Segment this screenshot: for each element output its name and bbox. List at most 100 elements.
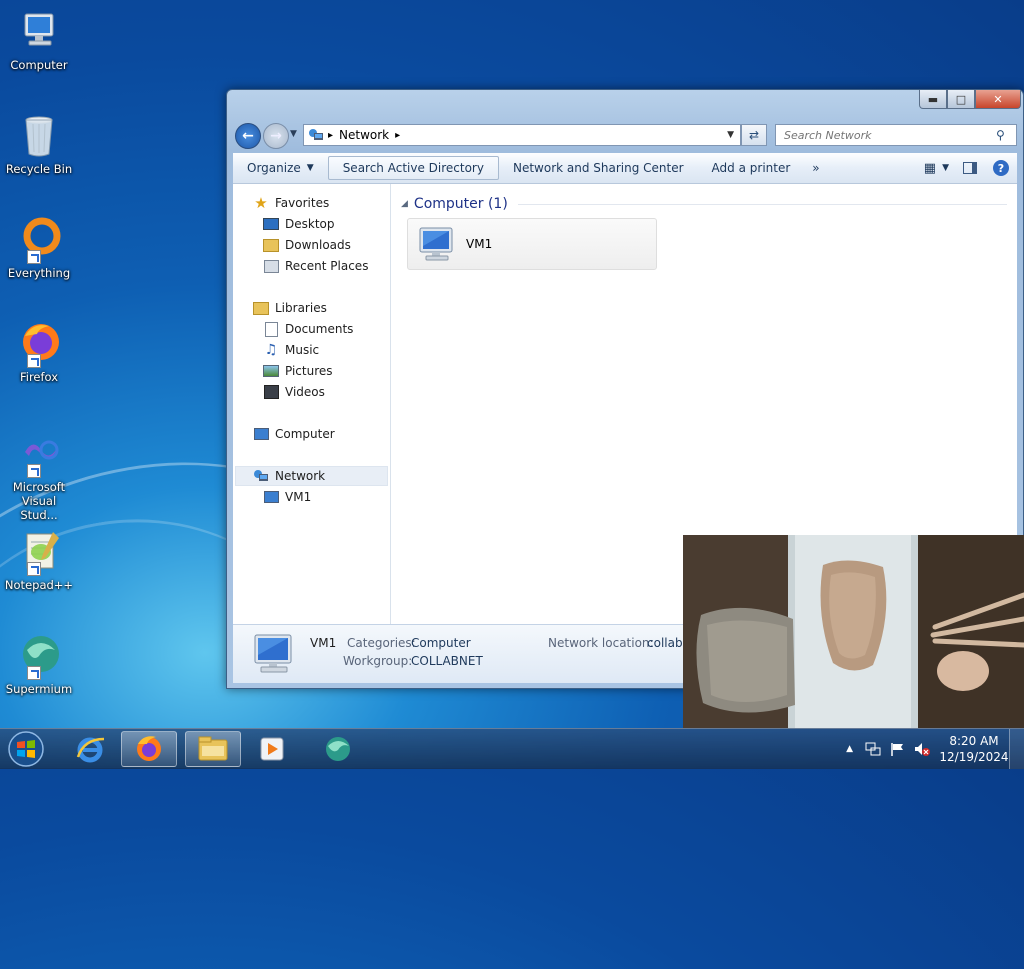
help-button[interactable]: ? xyxy=(985,154,1017,182)
nav-label: Libraries xyxy=(275,301,327,315)
refresh-button[interactable]: ⇄ xyxy=(741,124,767,146)
desktop-icon-supermium[interactable]: Supermium xyxy=(2,632,76,696)
minimize-button[interactable]: ▬ xyxy=(919,90,947,109)
media-player-icon xyxy=(260,737,284,761)
start-button[interactable] xyxy=(6,730,46,768)
view-controls: ▦ ▼ ? xyxy=(918,154,1017,182)
chevron-down-icon: ▼ xyxy=(306,163,314,173)
desktop-icon-visual-studio[interactable]: Microsoft Visual Stud... xyxy=(2,430,76,522)
nav-videos[interactable]: Videos xyxy=(263,382,325,402)
close-button[interactable]: ✕ xyxy=(975,90,1021,109)
nav-libraries[interactable]: Libraries xyxy=(253,298,327,318)
show-hidden-icons-button[interactable]: ▲ xyxy=(846,744,853,754)
nav-downloads[interactable]: Downloads xyxy=(263,235,351,255)
network-tray-icon[interactable] xyxy=(865,741,881,757)
network-item-vm1[interactable]: VM1 xyxy=(407,218,657,270)
group-header[interactable]: ◢ Computer (1) xyxy=(401,194,1007,214)
show-desktop-button[interactable] xyxy=(1009,729,1024,769)
search-icon[interactable]: ⚲ xyxy=(996,128,1005,142)
item-name: VM1 xyxy=(466,237,493,251)
desktop-icon-everything[interactable]: Everything xyxy=(2,216,76,280)
nav-computer[interactable]: Computer xyxy=(253,424,335,444)
volume-muted-icon[interactable] xyxy=(913,741,931,757)
downloads-folder-icon xyxy=(263,238,279,252)
nav-music[interactable]: ♫ Music xyxy=(263,340,319,360)
details-name: VM1 xyxy=(310,636,337,650)
collapse-icon[interactable]: ◢ xyxy=(401,199,408,209)
firefox-icon xyxy=(137,736,161,761)
window-controls: ▬ □ ✕ xyxy=(919,90,1021,109)
back-arrow-icon: ← xyxy=(242,128,254,144)
action-center-flag-icon[interactable] xyxy=(889,741,905,757)
search-active-directory-button[interactable]: Search Active Directory xyxy=(327,156,499,180)
taskbar-windows-explorer[interactable] xyxy=(185,731,241,767)
forward-button[interactable]: → xyxy=(263,123,289,149)
clock[interactable]: 8:20 AM 12/19/2024 xyxy=(939,733,1009,765)
desktop-icon-computer[interactable]: Computer xyxy=(2,8,76,72)
breadcrumb-trail-arrow[interactable]: ▸ xyxy=(395,130,400,141)
taskbar-firefox[interactable] xyxy=(121,731,177,767)
more-commands-button[interactable]: » xyxy=(804,154,827,182)
change-view-button[interactable]: ▦ ▼ xyxy=(918,154,955,182)
details-categories-label: Categories: xyxy=(347,636,416,650)
search-input[interactable] xyxy=(782,127,996,143)
overlay-photo xyxy=(683,535,1024,728)
pictures-icon xyxy=(263,364,279,378)
clock-date: 12/19/2024 xyxy=(939,750,1009,764)
nav-pictures[interactable]: Pictures xyxy=(263,361,333,381)
preview-pane-button[interactable] xyxy=(955,154,985,182)
chevron-down-icon: ▼ xyxy=(942,163,949,173)
organize-menu-button[interactable]: Organize ▼ xyxy=(233,154,328,182)
computer-icon xyxy=(253,427,269,441)
nav-recent-places[interactable]: Recent Places xyxy=(263,256,368,276)
details-workgroup-value: COLLABNET xyxy=(411,654,483,668)
close-icon: ✕ xyxy=(993,92,1003,106)
desktop-icon-label: Everything xyxy=(7,266,71,280)
nav-network[interactable]: Network xyxy=(253,466,325,486)
breadcrumb-root-arrow[interactable]: ▸ xyxy=(328,130,333,141)
taskbar-media-player[interactable] xyxy=(244,731,300,767)
add-printer-label: Add a printer xyxy=(711,161,791,175)
nav-favorites[interactable]: ★ Favorites xyxy=(253,193,329,213)
recent-places-icon xyxy=(263,259,279,273)
group-header-label: Computer (1) xyxy=(413,196,508,212)
nav-desktop[interactable]: Desktop xyxy=(263,214,335,234)
nav-label: Network xyxy=(275,469,326,483)
computer-icon xyxy=(416,224,456,264)
back-button[interactable]: ← xyxy=(235,123,261,149)
command-bar: Organize ▼ Search Active Directory Networ… xyxy=(233,153,1017,184)
system-tray: ▲ 8:20 AM 12/19/2024 xyxy=(846,729,1024,769)
taskbar-supermium[interactable] xyxy=(310,731,366,767)
desktop-icon-notepadpp[interactable]: Notepad++ xyxy=(2,528,76,592)
address-bar[interactable]: ▸ Network ▸ ▼ xyxy=(303,124,741,146)
network-sharing-center-button[interactable]: Network and Sharing Center xyxy=(499,154,698,182)
taskbar-internet-explorer[interactable] xyxy=(62,731,118,767)
desktop-icon-recycle-bin[interactable]: Recycle Bin xyxy=(2,112,76,176)
music-note-icon: ♫ xyxy=(264,342,278,358)
network-icon xyxy=(253,469,269,483)
maximize-button[interactable]: □ xyxy=(947,90,975,109)
add-printer-button[interactable]: Add a printer xyxy=(698,154,805,182)
windows-logo-icon xyxy=(8,731,44,767)
shortcut-arrow-icon xyxy=(27,666,41,680)
group-divider xyxy=(517,203,1007,205)
desktop-icon-label: Notepad++ xyxy=(4,578,74,592)
navigation-pane: ★ Favorites Desktop Downloads Recent Plac… xyxy=(233,184,391,624)
breadcrumb-network[interactable]: Network xyxy=(339,128,389,142)
computer-icon xyxy=(251,633,297,678)
recent-pages-dropdown[interactable]: ▼ xyxy=(290,129,297,139)
nav-vm1[interactable]: VM1 xyxy=(263,487,311,507)
address-dropdown-icon[interactable]: ▼ xyxy=(727,130,734,140)
network-sharing-center-label: Network and Sharing Center xyxy=(512,161,684,175)
navigation-bar: ← → ▼ ▸ Network ▸ ▼ ⇄ ⚲ xyxy=(233,121,1017,149)
nav-label: Documents xyxy=(285,322,354,336)
nav-label: Downloads xyxy=(285,238,351,252)
nav-documents[interactable]: Documents xyxy=(263,319,353,339)
search-active-directory-label: Search Active Directory xyxy=(342,161,484,175)
desktop-icon-label: Computer xyxy=(10,58,68,72)
search-box[interactable]: ⚲ xyxy=(775,124,1017,146)
firefox-icon xyxy=(15,320,63,368)
computer-icon xyxy=(263,490,279,504)
desktop-icon-label: Recycle Bin xyxy=(5,162,73,176)
desktop-icon-firefox[interactable]: Firefox xyxy=(2,320,76,384)
